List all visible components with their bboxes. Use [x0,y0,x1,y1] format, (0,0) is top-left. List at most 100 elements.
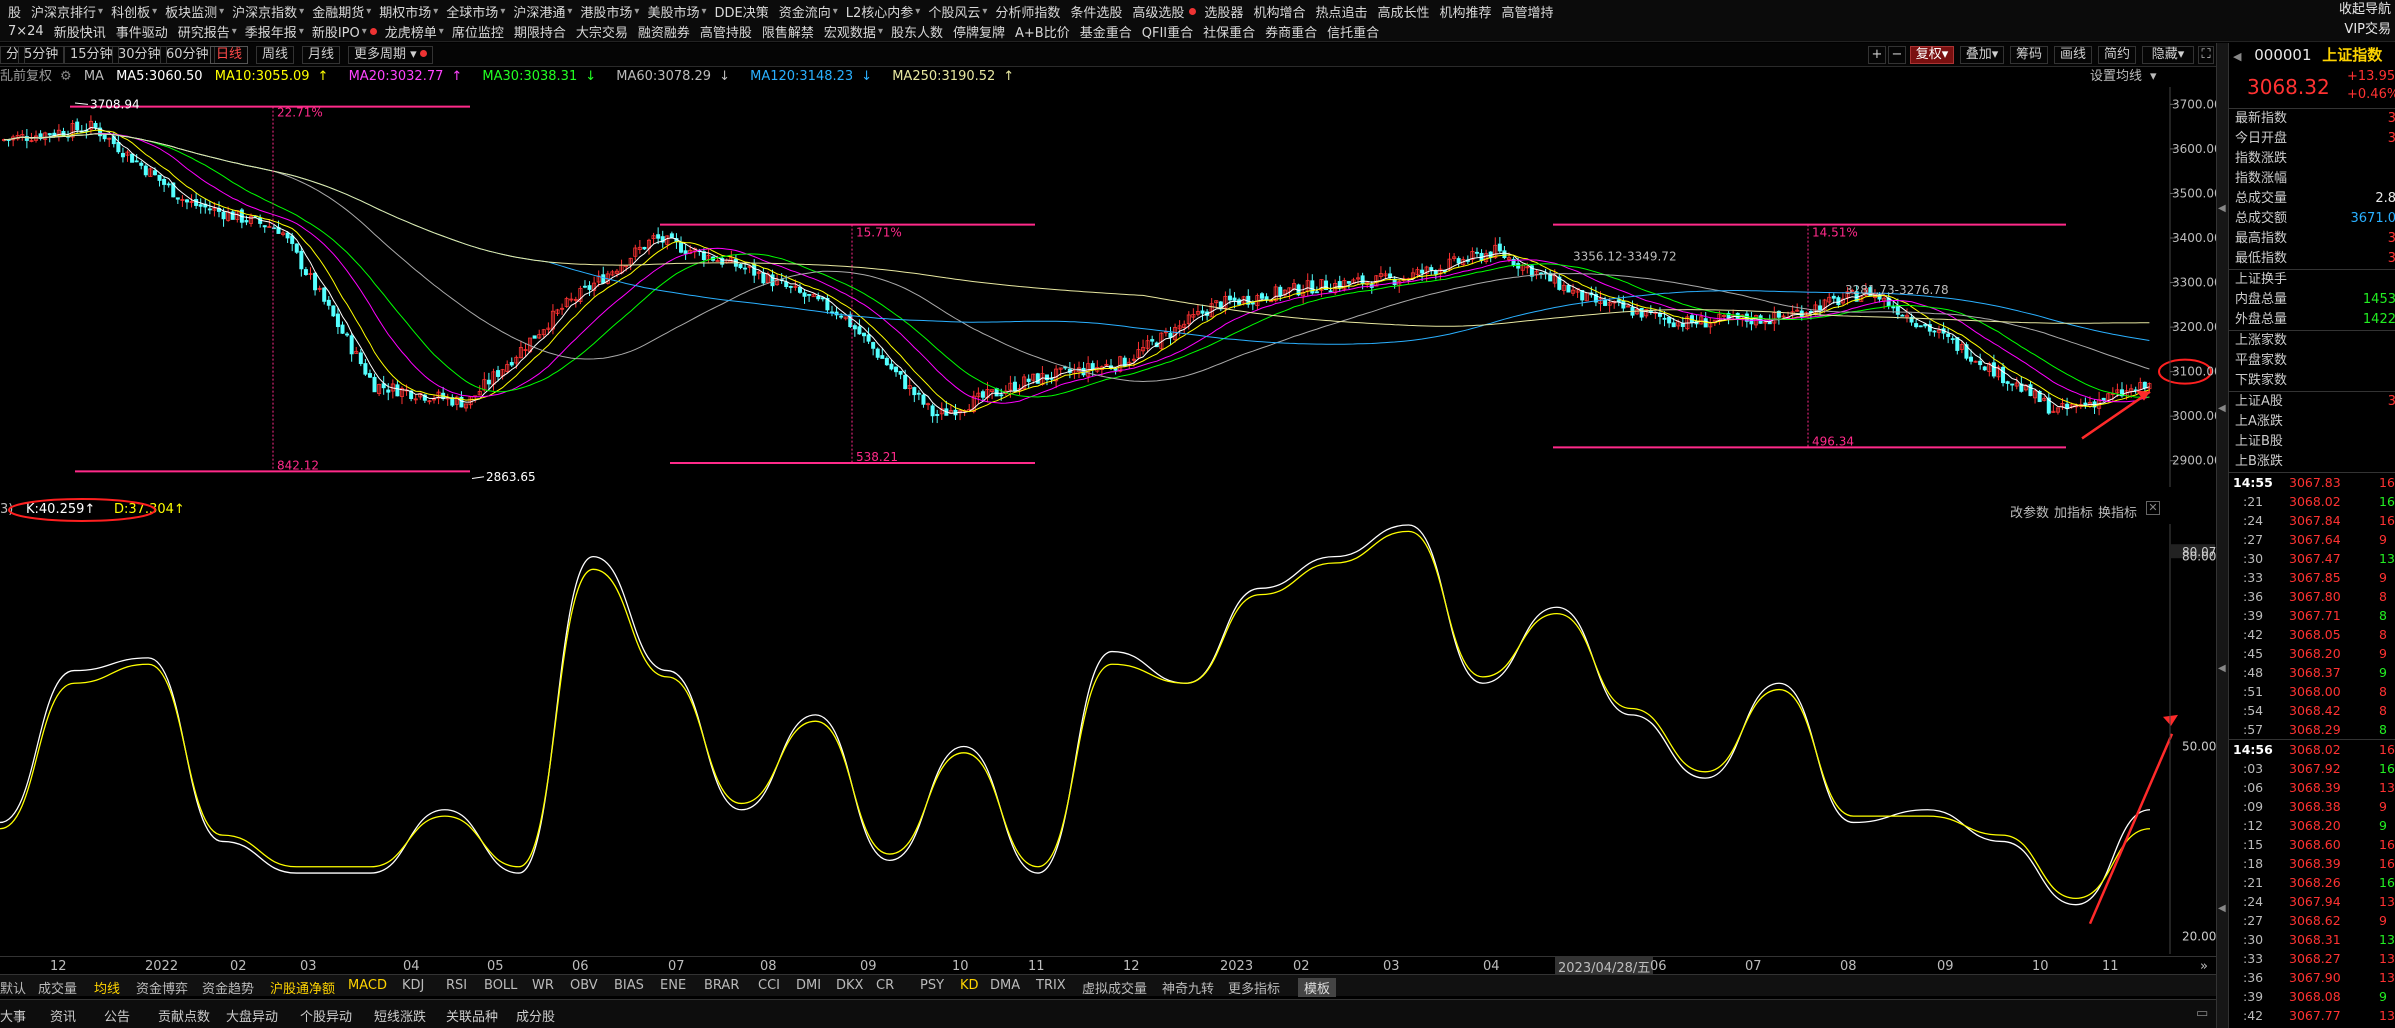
indicator-tab[interactable]: ENE [660,978,686,993]
menu-item[interactable]: 机构增合 [1251,2,1307,21]
indicator-tab[interactable]: RSI [446,978,467,993]
chevron-left-icon[interactable]: ◀ [2218,903,2226,914]
menu-item[interactable]: 事件驱动 [114,22,170,41]
menu-item[interactable]: 条件选股 [1068,2,1124,21]
change-param-button[interactable]: 改参数 [2010,502,2049,521]
zoom-out-button[interactable]: − [1888,46,1906,64]
chevron-left-icon[interactable]: ◀ [2218,663,2226,674]
bottom-tab[interactable]: 个股异动 [300,1006,352,1025]
menu-item[interactable]: 资金流向 [777,2,833,21]
indicator-tab[interactable]: 模板 [1298,978,1337,997]
menu-item[interactable]: 高管持股 [698,22,754,41]
swap-indicator-button[interactable]: 换指标 [2098,502,2137,521]
indicator-tab[interactable]: BRAR [704,978,739,993]
menu-item[interactable]: 基金重合 [1078,22,1134,41]
menu-item[interactable]: 沪深京指数 [230,2,299,21]
chevron-right-icon[interactable]: » [2200,959,2208,974]
menu-item[interactable]: A+B比价 [1013,22,1072,41]
overlay-button[interactable]: 叠加▾ [1960,46,2004,64]
period-5min[interactable]: 5分钟 [18,46,65,64]
bottom-tab[interactable]: 大盘异动 [226,1006,278,1025]
menu-item[interactable]: 宏观数据 [822,22,878,41]
menu-item[interactable]: DDE决策 [712,2,770,21]
menu-item[interactable]: 研究报告 [176,22,232,41]
chevron-left-icon[interactable]: ◀ [2218,203,2226,214]
collapse-icon[interactable]: ◀ [2233,50,2241,63]
menu-item[interactable]: 新股IPO [310,22,362,41]
tick-list-2[interactable]: 14:56 3068.02 16:03 3067.92 16:06 3068.39 13:0… [2229,740,2395,1025]
indicator-tab[interactable]: 资金博弈 [136,978,188,997]
candlestick-chart[interactable]: 22.71% 842.12 15.71% 538.21 14.51% 496.34 3708… [0,87,2216,487]
indicator-tab[interactable]: TRIX [1036,978,1066,993]
menu-item[interactable]: 科创板 [109,2,152,21]
indicator-tab[interactable]: MACD [348,978,387,993]
period-15min[interactable]: 15分钟 [64,46,119,64]
kd-indicator-chart[interactable]: 80.0780.0050.0020.00 [0,524,2216,954]
menu-item[interactable]: QFII重合 [1140,22,1195,41]
indicator-tab[interactable]: KD [960,978,979,993]
menu-item[interactable]: 季报年报 [243,22,299,41]
menu-item[interactable]: 股东人数 [889,22,945,41]
fuquan-button[interactable]: 复权▾ [1910,46,1954,64]
indicator-tab[interactable]: OBV [570,978,598,993]
menu-item[interactable]: 限售解禁 [760,22,816,41]
indicator-tab[interactable]: 沪股通净额 [270,978,335,997]
indicator-tab[interactable]: BIAS [614,978,644,993]
add-indicator-button[interactable]: 加指标 [2054,502,2093,521]
menu-item[interactable]: 全球市场 [444,2,500,21]
indicator-tab[interactable]: 成交量 [38,978,77,997]
chevron-left-icon[interactable]: ◀ [2218,403,2226,414]
menu-item[interactable]: 高级选股 [1130,2,1186,21]
menu-item[interactable]: 融资融券 [636,22,692,41]
indicator-tab[interactable]: DMA [990,978,1020,993]
menu-item[interactable]: L2核心内参 [844,2,916,21]
minimize-icon[interactable]: ▭ [2196,1006,2208,1021]
indicator-tab[interactable]: 神奇九转 [1162,978,1214,997]
ma-setting-button[interactable]: 设置均线 ▾ [2090,67,2165,87]
collapse-nav-link[interactable]: 收起导航 [2339,0,2391,20]
vip-trade-link[interactable]: VIP交易 [2339,20,2391,40]
hide-button[interactable]: 隐藏▾ [2142,46,2194,64]
bottom-tab[interactable]: 资讯 [50,1006,76,1025]
menu-item[interactable]: 券商重合 [1263,22,1319,41]
zoom-in-button[interactable]: + [1868,46,1886,64]
menu-item[interactable]: 期限持合 [512,22,568,41]
menu-item[interactable]: 选股器 [1202,2,1245,21]
menu-item[interactable]: 期权市场 [377,2,433,21]
bottom-tab[interactable]: 大事 [0,1006,26,1025]
indicator-tab[interactable]: BOLL [484,978,517,993]
menu-item[interactable]: 7×24 [6,24,46,39]
indicator-tab[interactable]: WR [532,978,554,993]
menu-item[interactable]: 分析师指数 [993,2,1062,21]
fullscreen-icon[interactable]: ⛶ [2198,46,2214,64]
bottom-tab[interactable]: 短线涨跌 [374,1006,426,1025]
period-daily[interactable]: 日线 [210,46,249,64]
menu-item[interactable]: 股 [6,2,23,21]
menu-item[interactable]: 美股市场 [645,2,701,21]
simple-button[interactable]: 简约 [2098,46,2136,64]
bottom-tab[interactable]: 公告 [104,1006,130,1025]
period-more[interactable]: 更多周期 ▾ [348,46,433,64]
menu-item[interactable]: 新股快讯 [52,22,108,41]
indicator-tab[interactable]: 均线 [94,978,120,997]
menu-item[interactable]: 金融期货 [310,2,366,21]
indicator-tab[interactable]: DMI [796,978,821,993]
bottom-tab[interactable]: 贡献点数 [158,1006,210,1025]
indicator-tab[interactable]: CCI [758,978,780,993]
menu-item[interactable]: 大宗交易 [574,22,630,41]
gear-icon[interactable]: ⚙ [60,69,72,84]
bottom-tab[interactable]: 成分股 [516,1006,555,1025]
menu-item[interactable]: 停牌复牌 [951,22,1007,41]
menu-item[interactable]: 热点追击 [1313,2,1369,21]
tick-list-1[interactable]: 14:55 3067.83 16:21 3068.02 16:24 3067.84 16:2… [2229,473,2395,739]
menu-item[interactable]: 个股风云 [926,2,982,21]
indicator-tab[interactable]: 虚拟成交量 [1082,978,1147,997]
indicator-tab[interactable]: KDJ [402,978,424,993]
indicator-tab[interactable]: CR [876,978,894,993]
indicator-tab[interactable]: PSY [920,978,944,993]
bottom-tab[interactable]: 关联品种 [446,1006,498,1025]
menu-item[interactable]: 信托重合 [1325,22,1381,41]
menu-item[interactable]: 社保重合 [1201,22,1257,41]
menu-item[interactable]: 沪深港通 [511,2,567,21]
menu-item[interactable]: 沪深京排行 [29,2,98,21]
